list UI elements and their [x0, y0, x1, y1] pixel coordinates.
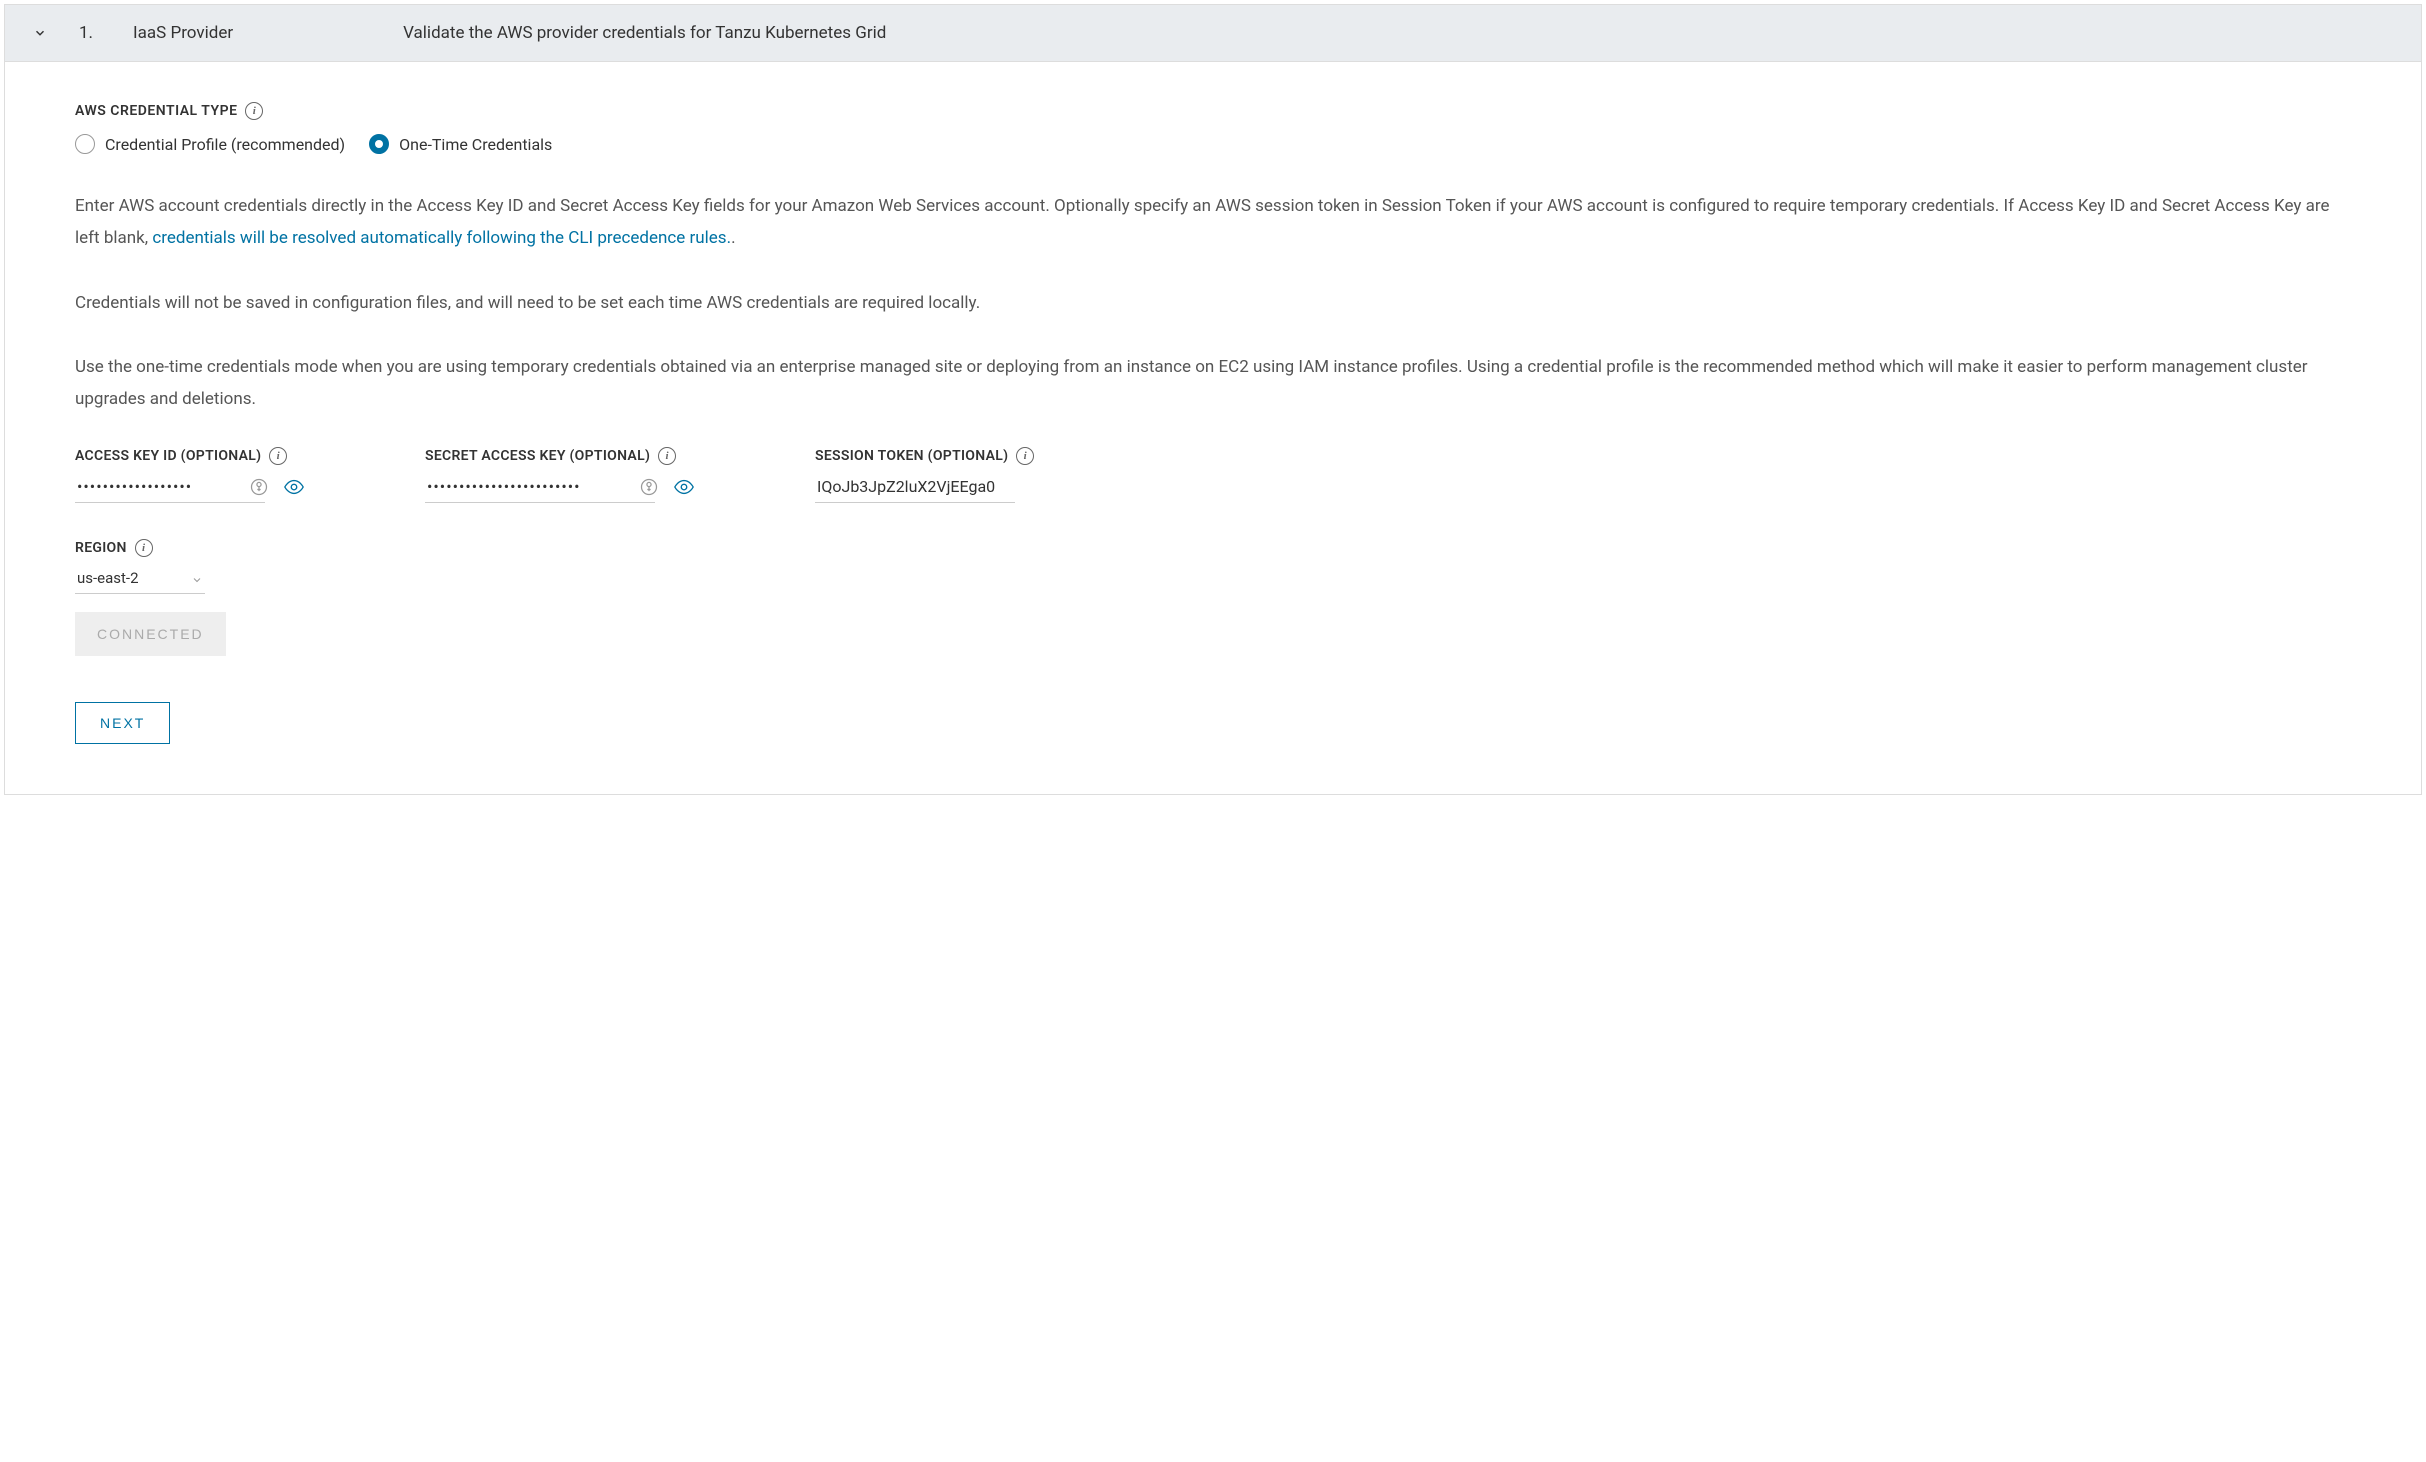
radio-one-time[interactable]: One-Time Credentials	[369, 134, 552, 154]
access-key-input-wrap	[75, 471, 305, 503]
info-icon[interactable]: i	[135, 539, 153, 557]
access-key-label: ACCESS KEY ID (OPTIONAL) i	[75, 447, 305, 465]
radio-label-one-time: One-Time Credentials	[399, 135, 552, 154]
key-icon[interactable]	[639, 477, 659, 497]
info-icon[interactable]: i	[1016, 447, 1034, 465]
region-label: REGION i	[75, 539, 2351, 557]
description-p3: Use the one-time credentials mode when y…	[75, 351, 2351, 416]
eye-icon[interactable]	[283, 476, 305, 498]
connected-button: CONNECTED	[75, 612, 226, 656]
radio-label-profile: Credential Profile (recommended)	[105, 135, 345, 154]
credentials-row: ACCESS KEY ID (OPTIONAL) i SECRET ACCESS…	[75, 447, 2351, 503]
session-token-input[interactable]	[815, 471, 1015, 503]
access-key-input[interactable]	[75, 471, 265, 503]
access-key-field: ACCESS KEY ID (OPTIONAL) i	[75, 447, 305, 503]
secret-key-field: SECRET ACCESS KEY (OPTIONAL) i	[425, 447, 695, 503]
step-number: 1.	[79, 23, 93, 43]
info-icon[interactable]: i	[658, 447, 676, 465]
step-panel: 1. IaaS Provider Validate the AWS provid…	[4, 4, 2422, 795]
secret-key-label-text: SECRET ACCESS KEY (OPTIONAL)	[425, 448, 650, 464]
description-p2: Credentials will not be saved in configu…	[75, 287, 2351, 319]
region-label-text: REGION	[75, 540, 127, 556]
session-token-label: SESSION TOKEN (OPTIONAL) i	[815, 447, 1034, 465]
secret-key-label: SECRET ACCESS KEY (OPTIONAL) i	[425, 447, 695, 465]
radio-credential-profile[interactable]: Credential Profile (recommended)	[75, 134, 345, 154]
radio-circle-selected-icon	[369, 134, 389, 154]
region-value: us-east-2	[77, 569, 139, 587]
step-title: IaaS Provider	[133, 23, 233, 43]
description-p1-suffix: .	[731, 228, 735, 248]
eye-icon[interactable]	[673, 476, 695, 498]
chevron-down-icon	[191, 572, 203, 584]
access-key-label-text: ACCESS KEY ID (OPTIONAL)	[75, 448, 261, 464]
step-content: AWS CREDENTIAL TYPE i Credential Profile…	[5, 62, 2421, 794]
region-field: REGION i us-east-2	[75, 539, 2351, 594]
session-token-field: SESSION TOKEN (OPTIONAL) i	[815, 447, 1034, 503]
cli-precedence-link[interactable]: credentials will be resolved automatical…	[152, 228, 731, 248]
description-p1: Enter AWS account credentials directly i…	[75, 190, 2351, 255]
info-icon[interactable]: i	[245, 102, 263, 120]
credential-type-label-text: AWS CREDENTIAL TYPE	[75, 103, 237, 119]
credential-type-radio-group: Credential Profile (recommended) One-Tim…	[75, 134, 2351, 154]
info-icon[interactable]: i	[269, 447, 287, 465]
chevron-down-icon[interactable]	[33, 26, 47, 40]
radio-circle-icon	[75, 134, 95, 154]
session-token-label-text: SESSION TOKEN (OPTIONAL)	[815, 448, 1008, 464]
session-token-input-wrap	[815, 471, 1034, 503]
credential-type-label: AWS CREDENTIAL TYPE i	[75, 102, 2351, 120]
step-description: Validate the AWS provider credentials fo…	[403, 23, 886, 43]
region-select[interactable]: us-east-2	[75, 563, 205, 594]
secret-key-input[interactable]	[425, 471, 655, 503]
secret-key-input-wrap	[425, 471, 695, 503]
next-button[interactable]: NEXT	[75, 702, 170, 744]
key-icon[interactable]	[249, 477, 269, 497]
step-header[interactable]: 1. IaaS Provider Validate the AWS provid…	[5, 5, 2421, 62]
